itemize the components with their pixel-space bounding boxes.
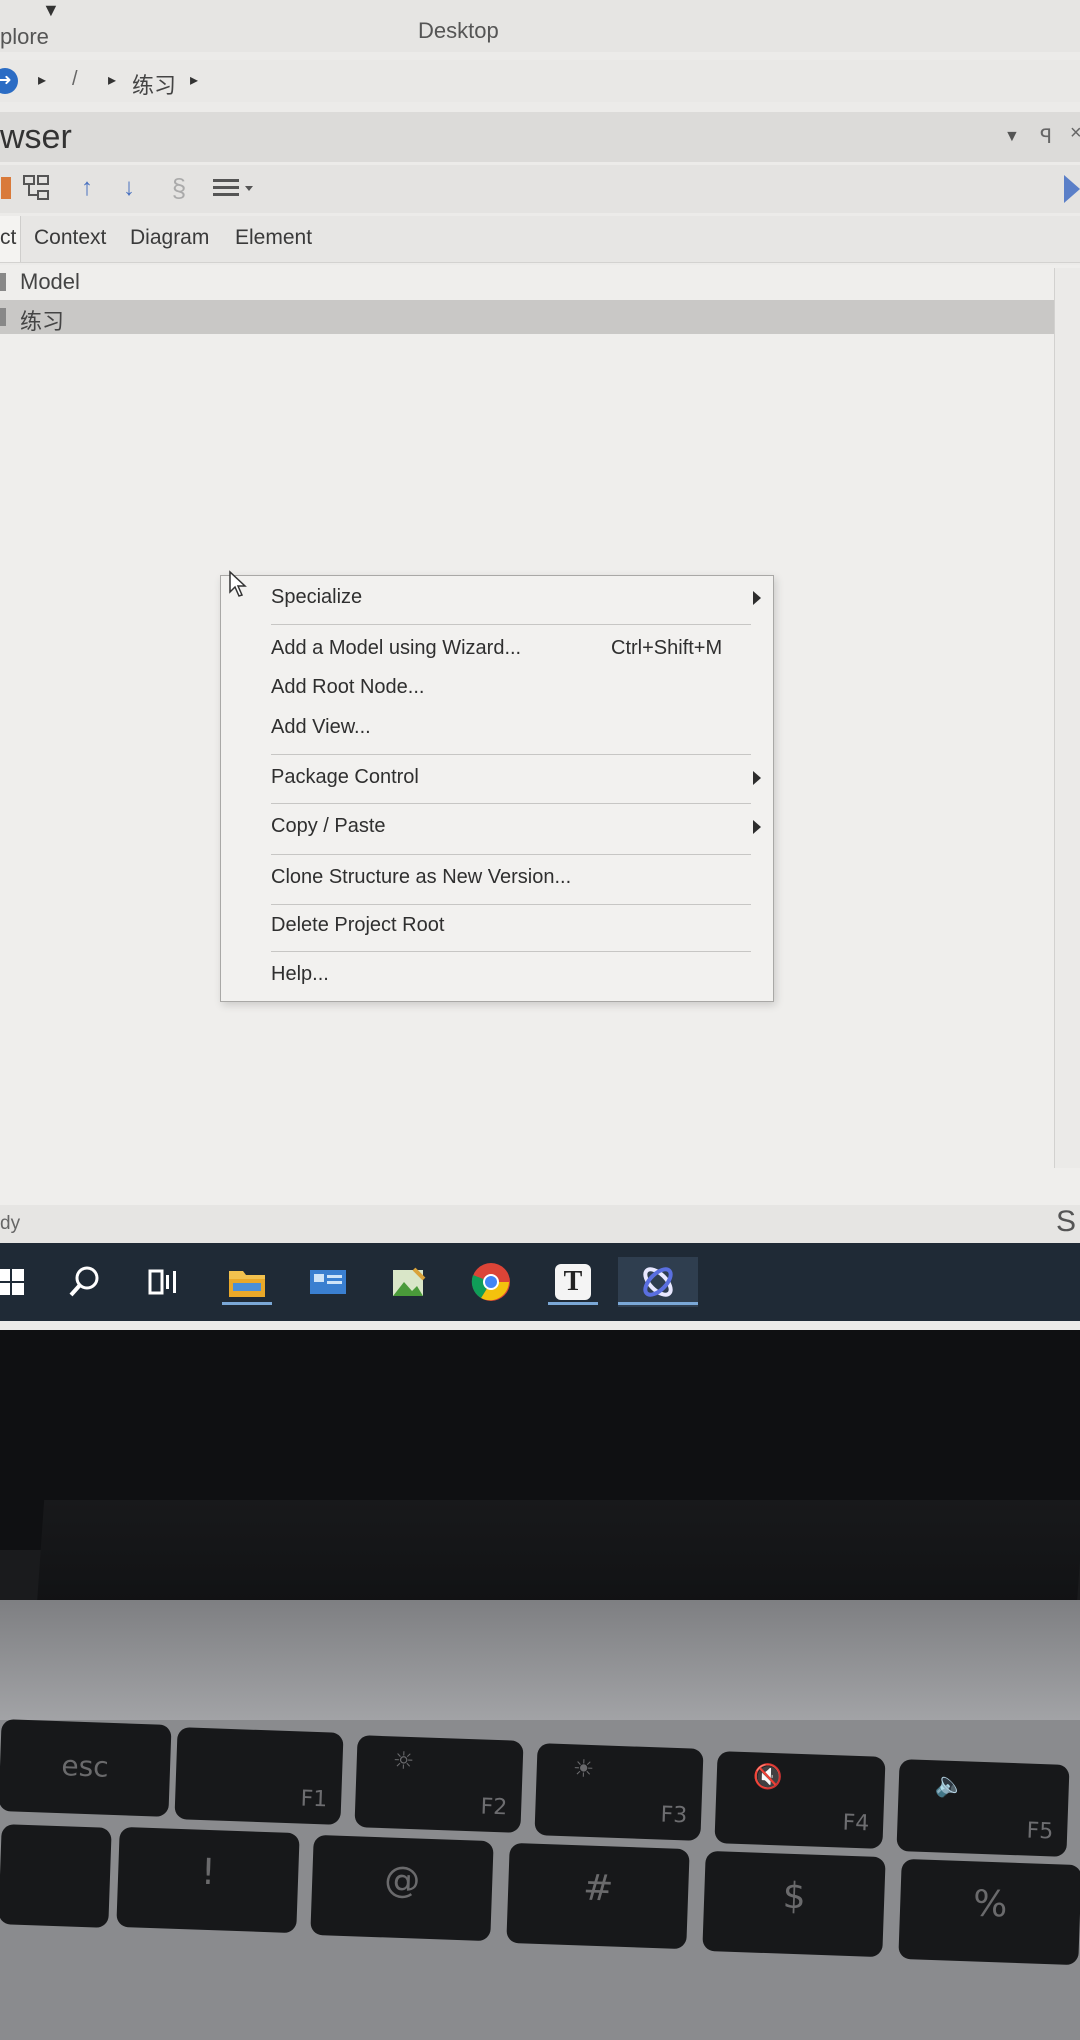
chrome-icon[interactable] bbox=[466, 1257, 516, 1307]
laptop-screen: ▼ plore Desktop ➜ ▸ / ▸ 练习 ▸ wser ▼ ꟼ × … bbox=[0, 0, 1080, 1330]
dropdown-arrow-icon[interactable]: ▼ bbox=[1004, 128, 1020, 146]
key-f3: ☀ F3 bbox=[534, 1743, 704, 1841]
menu-item-add-view[interactable]: Add View... bbox=[271, 716, 371, 739]
tree-item-model[interactable]: Model bbox=[0, 265, 1080, 299]
status-bar: dy S bbox=[0, 1205, 1080, 1245]
file-explorer-icon[interactable] bbox=[222, 1257, 272, 1307]
submenu-arrow-icon bbox=[753, 771, 761, 785]
task-view-icon[interactable] bbox=[140, 1257, 190, 1307]
tree-item-selected[interactable]: 练习 bbox=[0, 300, 1080, 334]
menu-divider bbox=[271, 624, 751, 625]
model-icon bbox=[0, 273, 6, 291]
windows-taskbar: T bbox=[0, 1243, 1080, 1321]
menu-divider bbox=[271, 803, 751, 804]
explorer-label: plore bbox=[0, 24, 49, 49]
menu-item-add-model-wizard[interactable]: Add a Model using Wizard... Ctrl+Shift+M bbox=[271, 637, 722, 660]
panel-right-edge bbox=[1054, 268, 1080, 1168]
menu-item-clone-structure[interactable]: Clone Structure as New Version... bbox=[271, 866, 571, 889]
menu-item-specialize[interactable]: Specialize bbox=[271, 586, 362, 609]
submenu-arrow-icon bbox=[753, 591, 761, 605]
menu-divider bbox=[271, 754, 751, 755]
key-f5: 🔈 F5 bbox=[896, 1759, 1070, 1857]
menu-item-package-control[interactable]: Package Control bbox=[271, 766, 419, 789]
search-icon[interactable] bbox=[60, 1257, 110, 1307]
enterprise-architect-icon[interactable] bbox=[618, 1257, 698, 1307]
tab-element[interactable]: Element bbox=[235, 226, 312, 250]
breadcrumb-root[interactable]: / bbox=[72, 68, 78, 91]
key-esc: esc bbox=[0, 1719, 172, 1817]
lock-icon[interactable]: § bbox=[166, 173, 192, 203]
chevron-right-icon[interactable]: ▸ bbox=[108, 70, 116, 90]
close-icon[interactable]: × bbox=[1070, 122, 1080, 145]
tab-context[interactable]: Context bbox=[34, 226, 106, 250]
new-package-icon[interactable] bbox=[0, 173, 12, 203]
key-f4: 🔇 F4 bbox=[714, 1751, 886, 1849]
windows-start-icon[interactable] bbox=[0, 1257, 36, 1307]
key-4: $ bbox=[702, 1850, 886, 1958]
tab-diagram[interactable]: Diagram bbox=[130, 226, 209, 250]
menu-divider bbox=[271, 951, 751, 952]
tab-project[interactable]: ct bbox=[0, 216, 21, 262]
chevron-right-icon[interactable]: ▸ bbox=[190, 70, 198, 90]
laptop-deck bbox=[0, 1600, 1080, 1720]
breadcrumb-folder[interactable]: 练习 bbox=[132, 68, 176, 100]
desktop-label: Desktop bbox=[418, 18, 499, 43]
navigate-arrow-icon[interactable]: ➜ bbox=[0, 68, 18, 94]
move-down-icon[interactable]: ↓ bbox=[116, 173, 142, 203]
context-menu: Specialize Add a Model using Wizard... C… bbox=[220, 575, 774, 1002]
menu-item-help[interactable]: Help... bbox=[271, 963, 329, 986]
status-right-text: S bbox=[1056, 1205, 1077, 1238]
mute-icon: 🔇 bbox=[752, 1762, 784, 1792]
volume-down-icon: 🔈 bbox=[934, 1770, 966, 1800]
browser-panel-titlebar: wser ▼ ꟼ × bbox=[0, 112, 1080, 162]
chevron-right-icon[interactable]: ▸ bbox=[38, 70, 46, 90]
key-1: ! bbox=[116, 1826, 300, 1934]
key-f1: F1 bbox=[174, 1727, 344, 1825]
key-backtick bbox=[0, 1824, 112, 1928]
window-top-strip: ▼ plore Desktop bbox=[0, 0, 1080, 52]
toolbar-overflow-icon[interactable] bbox=[1064, 175, 1080, 203]
key-2: @ bbox=[310, 1834, 494, 1942]
diagram-icon[interactable] bbox=[20, 173, 54, 203]
menu-divider bbox=[271, 904, 751, 905]
move-up-icon[interactable]: ↑ bbox=[74, 173, 100, 203]
package-icon bbox=[0, 308, 6, 326]
shortcut-label: Ctrl+Shift+M bbox=[611, 637, 723, 659]
photos-icon[interactable] bbox=[384, 1257, 434, 1307]
brightness-down-icon: ☼ bbox=[392, 1746, 415, 1776]
breadcrumb: ➜ ▸ / ▸ 练习 ▸ bbox=[0, 60, 1080, 102]
menu-item-delete-project-root[interactable]: Delete Project Root bbox=[271, 914, 444, 937]
panel-title: wser bbox=[0, 118, 72, 156]
menu-divider bbox=[271, 854, 751, 855]
menu-item-copy-paste[interactable]: Copy / Paste bbox=[271, 815, 386, 838]
brightness-up-icon: ☀ bbox=[572, 1754, 595, 1784]
status-text: dy bbox=[0, 1213, 21, 1234]
submenu-arrow-icon bbox=[753, 820, 761, 834]
key-5: % bbox=[898, 1858, 1080, 1966]
pin-icon[interactable]: ꟼ bbox=[1040, 124, 1052, 149]
key-f2: ☼ F2 bbox=[354, 1735, 524, 1833]
typora-icon[interactable]: T bbox=[548, 1257, 598, 1307]
browser-toolbar: ↑ ↓ § bbox=[0, 165, 1080, 213]
control-panel-icon[interactable] bbox=[303, 1257, 353, 1307]
menu-item-add-root-node[interactable]: Add Root Node... bbox=[271, 676, 424, 699]
chevron-down-icon[interactable]: ▼ bbox=[42, 0, 60, 21]
menu-icon[interactable] bbox=[210, 173, 256, 203]
key-3: # bbox=[506, 1842, 690, 1950]
browser-tabs: ct Context Diagram Element bbox=[0, 216, 1080, 263]
